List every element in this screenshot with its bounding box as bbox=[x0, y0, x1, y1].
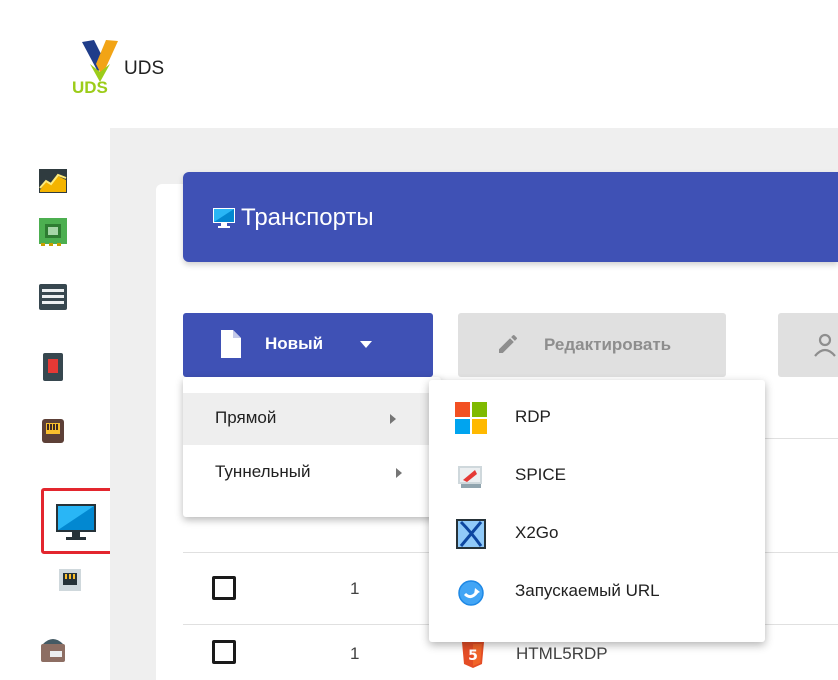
authenticators-icon[interactable] bbox=[38, 282, 68, 312]
new-dropdown-menu: Прямой Туннельный bbox=[183, 377, 441, 517]
windows-icon bbox=[455, 402, 487, 434]
submenu-item-label: SPICE bbox=[515, 465, 567, 484]
networks-icon[interactable] bbox=[38, 416, 68, 446]
pencil-icon bbox=[499, 334, 518, 353]
menu-item-label: Туннельный bbox=[215, 462, 311, 481]
new-button[interactable]: Новый bbox=[183, 313, 433, 377]
dashboard-icon[interactable] bbox=[38, 166, 68, 196]
direct-submenu: RDP SPICE X2Go Запускаемый URL bbox=[429, 380, 765, 642]
document-icon bbox=[221, 330, 241, 358]
transports-icon[interactable] bbox=[54, 500, 98, 544]
row-number: 1 bbox=[350, 644, 360, 663]
url-launcher-icon bbox=[458, 580, 484, 606]
menu-item-direct[interactable]: Прямой bbox=[183, 393, 441, 445]
transports-header-icon bbox=[213, 208, 235, 228]
tunnels-icon[interactable] bbox=[58, 568, 82, 592]
sidebar bbox=[10, 128, 113, 680]
edit-button-label: Редактировать bbox=[544, 335, 672, 354]
window-frame-left bbox=[0, 0, 10, 680]
permissions-button[interactable] bbox=[778, 313, 838, 377]
chevron-right-icon bbox=[390, 414, 396, 424]
submenu-item-spice[interactable]: SPICE bbox=[429, 446, 765, 504]
caret-down-icon bbox=[360, 341, 372, 348]
top-bar: UDS UDS bbox=[10, 14, 838, 128]
page-title: Транспорты bbox=[241, 204, 374, 231]
row-checkbox[interactable] bbox=[212, 640, 236, 664]
pools-icon[interactable] bbox=[38, 634, 68, 664]
submenu-item-label: X2Go bbox=[515, 523, 559, 542]
x2go-icon bbox=[456, 519, 486, 549]
uds-logo[interactable]: UDS bbox=[68, 38, 130, 100]
submenu-item-label: Запускаемый URL bbox=[515, 581, 660, 600]
new-button-label: Новый bbox=[265, 334, 324, 353]
window-frame-top bbox=[0, 0, 838, 14]
user-icon bbox=[814, 333, 836, 357]
row-name: HTML5RDP bbox=[516, 644, 608, 663]
submenu-item-url-launcher[interactable]: Запускаемый URL bbox=[429, 562, 765, 620]
menu-item-label: Прямой bbox=[215, 408, 277, 427]
submenu-item-x2go[interactable]: X2Go bbox=[429, 504, 765, 562]
menu-item-tunneled[interactable]: Туннельный bbox=[183, 447, 441, 499]
spice-icon bbox=[458, 466, 482, 488]
row-checkbox[interactable] bbox=[212, 576, 236, 600]
edit-button[interactable]: Редактировать bbox=[458, 313, 726, 377]
chevron-right-icon bbox=[396, 468, 402, 478]
app-window: UDS UDS Транспорты Новый Редактировать 1… bbox=[10, 14, 838, 680]
logo-text: UDS bbox=[72, 78, 108, 97]
os-managers-icon[interactable] bbox=[38, 352, 68, 382]
html5-icon: 5 bbox=[462, 642, 484, 668]
submenu-item-label: RDP bbox=[515, 407, 551, 426]
submenu-item-rdp[interactable]: RDP bbox=[429, 388, 765, 446]
page-header: Транспорты bbox=[183, 172, 838, 262]
svg-text:5: 5 bbox=[468, 648, 478, 664]
services-icon[interactable] bbox=[38, 216, 68, 246]
app-title: UDS bbox=[124, 58, 165, 79]
row-number: 1 bbox=[350, 579, 360, 598]
